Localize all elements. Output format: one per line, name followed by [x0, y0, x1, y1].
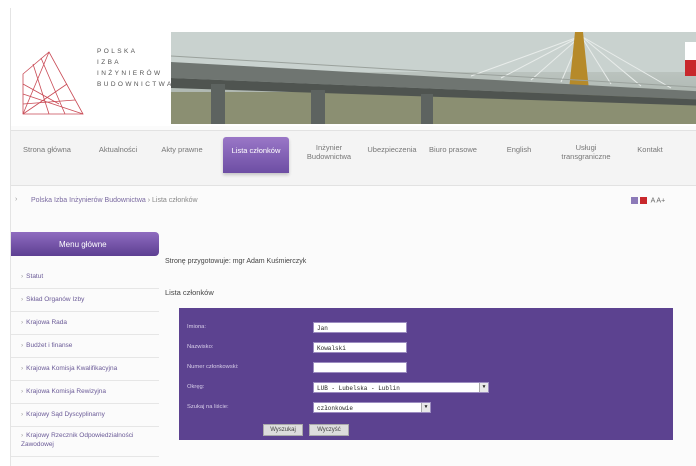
- font-size-tools: A A+: [631, 197, 665, 204]
- sidebar-item-label: Budżet i finanse: [26, 342, 73, 349]
- page-author-note: Stronę przygotowuje: mgr Adam Kuśmierczy…: [165, 258, 307, 265]
- sidebar-item-audit-committee[interactable]: › Krajowa Komisja Rewizyjna: [11, 381, 159, 404]
- bullet-icon: ›: [21, 342, 24, 349]
- chevron-down-icon[interactable]: ▼: [479, 383, 488, 392]
- logo-line: IZBA: [97, 59, 122, 66]
- breadcrumb: › Polska Izba Inżynierów Budownictwa › L…: [11, 194, 696, 212]
- breadcrumb-current: Lista członków: [152, 197, 198, 204]
- bullet-icon: ›: [21, 388, 24, 395]
- nav-item-english[interactable]: English: [501, 145, 537, 154]
- page-title: Lista członków: [165, 288, 214, 297]
- breadcrumb-home-link[interactable]: Polska Izba Inżynierów Budownictwa: [31, 197, 146, 204]
- nav-item-member-list[interactable]: Lista członków: [223, 137, 289, 173]
- clear-button[interactable]: Wyczyść: [309, 424, 349, 436]
- field-label: Okręg:: [187, 384, 205, 390]
- sidebar-item-label: Krajowa Rada: [26, 319, 67, 326]
- chevron-down-icon[interactable]: ▼: [421, 403, 430, 412]
- sidebar-title: Menu główne: [11, 232, 159, 256]
- sidebar-item-label: Statut: [26, 273, 44, 280]
- district-select[interactable]: LUB - Lubelska - Lublin ▼: [313, 382, 489, 393]
- nav-item-insurance[interactable]: Ubezpieczenia: [365, 145, 419, 154]
- sidebar-item-qualification-committee[interactable]: › Krajowa Komisja Kwalifikacyjna: [11, 358, 159, 381]
- sidebar-item-label: Krajowy Rzecznik Odpowiedzialności Zawod…: [21, 432, 134, 448]
- header-banner-image: [171, 32, 696, 124]
- field-label: Nazwisko:: [187, 344, 214, 350]
- bullet-icon: ›: [15, 196, 18, 203]
- font-size-normal-button[interactable]: A: [651, 197, 655, 204]
- sidebar-item-national-council[interactable]: › Krajowa Rada: [11, 312, 159, 335]
- sidebar-item-label: Skład Organów Izby: [26, 296, 85, 303]
- nav-item-engineer-magazine[interactable]: Inżynier Budownictwa: [301, 143, 357, 161]
- logo-line: POLSKA: [97, 48, 138, 55]
- sidebar-item-chamber-bodies[interactable]: › Skład Organów Izby: [11, 289, 159, 312]
- first-name-input[interactable]: Jan: [313, 322, 407, 333]
- sidebar-item-label: Krajowa Komisja Kwalifikacyjna: [26, 365, 118, 372]
- sidebar-item-label: Krajowa Komisja Rewizyjna: [26, 388, 107, 395]
- search-button[interactable]: Wyszukaj: [263, 424, 303, 436]
- font-size-large-button[interactable]: A+: [656, 197, 665, 204]
- logo-wordmark: POLSKA IZBA INŻYNIERÓW BUDOWNICTWA: [97, 46, 177, 90]
- field-label: Szukaj na liście:: [187, 404, 229, 410]
- sidebar-item-statute[interactable]: › Statut: [11, 266, 159, 289]
- contrast-red-icon[interactable]: [640, 197, 647, 204]
- nav-item-contact[interactable]: Kontakt: [633, 145, 667, 154]
- site-header: POLSKA IZBA INŻYNIERÓW BUDOWNICTWA: [11, 8, 696, 126]
- member-number-input[interactable]: [313, 362, 407, 373]
- search-list-select-value: członkowie: [317, 405, 354, 412]
- breadcrumb-separator: ›: [147, 197, 151, 204]
- bullet-icon: ›: [21, 365, 24, 372]
- sidebar-menu: › Statut › Skład Organów Izby › Krajowa Rad…: [11, 266, 159, 457]
- logo-icon[interactable]: [19, 44, 87, 116]
- district-select-value: LUB - Lubelska - Lublin: [317, 385, 400, 392]
- nav-item-legal-acts[interactable]: Akty prawne: [157, 145, 207, 154]
- nav-item-crossborder-services[interactable]: Usługi transgraniczne: [557, 143, 615, 161]
- page: POLSKA IZBA INŻYNIERÓW BUDOWNICTWA Stron…: [10, 8, 696, 466]
- field-label: Numer członkowski:: [187, 364, 239, 370]
- bullet-icon: ›: [21, 273, 24, 280]
- bridge-illustration: [171, 32, 696, 124]
- sidebar-item-disciplinary-court[interactable]: › Krajowy Sąd Dyscyplinarny: [11, 404, 159, 427]
- sidebar-item-professional-ombudsman[interactable]: › Krajowy Rzecznik Odpowiedzialności Zawo…: [11, 427, 159, 457]
- nav-item-press-office[interactable]: Biuro prasowe: [425, 145, 481, 154]
- breadcrumb-trail: Polska Izba Inżynierów Budownictwa › Lis…: [31, 197, 198, 204]
- main-navigation: Strona główna Aktualności Akty prawne Li…: [11, 130, 696, 186]
- bullet-icon: ›: [21, 296, 24, 303]
- logo-line: BUDOWNICTWA: [97, 81, 174, 88]
- sidebar-item-budget[interactable]: › Budżet i finanse: [11, 335, 159, 358]
- search-list-select[interactable]: członkowie ▼: [313, 402, 431, 413]
- sidebar-item-label: Krajowy Sąd Dyscyplinarny: [26, 411, 105, 418]
- flag-icon: [685, 42, 696, 76]
- contrast-purple-icon[interactable]: [631, 197, 638, 204]
- nav-item-news[interactable]: Aktualności: [93, 145, 143, 154]
- nav-item-home[interactable]: Strona główna: [19, 145, 75, 154]
- field-label: Imiona:: [187, 324, 207, 330]
- member-search-form: Imiona: Jan Nazwisko: Kowalski Numer czł…: [179, 308, 673, 440]
- bullet-icon: ›: [21, 411, 24, 418]
- last-name-input[interactable]: Kowalski: [313, 342, 407, 353]
- logo-line: INŻYNIERÓW: [97, 70, 163, 77]
- bullet-icon: ›: [21, 319, 24, 326]
- bullet-icon: ›: [21, 432, 24, 439]
